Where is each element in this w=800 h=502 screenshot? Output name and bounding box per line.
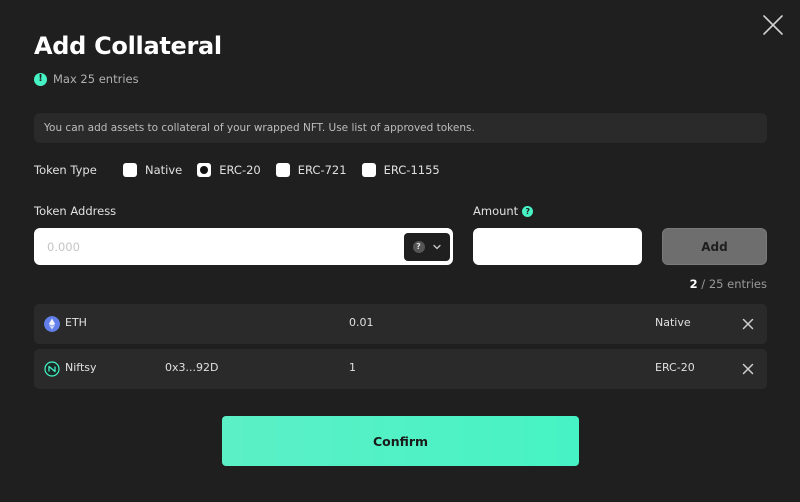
entries-counter: 2 / 25 entries: [690, 277, 767, 291]
erc20-checkbox[interactable]: [197, 163, 212, 177]
token-address-field[interactable]: ?: [34, 228, 453, 265]
confirm-button[interactable]: Confirm: [222, 416, 579, 466]
token-type-erc20[interactable]: ERC-20: [197, 163, 261, 177]
row-token-name: ETH: [65, 316, 87, 329]
add-collateral-modal: Add Collateral ! Max 25 entries You can …: [0, 0, 800, 502]
native-checkbox[interactable]: [123, 163, 137, 177]
erc721-label: ERC-721: [297, 163, 347, 177]
token-type-erc1155[interactable]: ERC-1155: [361, 163, 440, 177]
help-icon[interactable]: ?: [522, 206, 534, 217]
entries-count: 2: [689, 277, 698, 291]
row-amount: 1: [349, 361, 356, 374]
niftsy-icon: [44, 361, 60, 377]
token-address-label: Token Address: [34, 204, 117, 218]
amount-input[interactable]: [473, 228, 642, 265]
row-amount: 0.01: [349, 316, 374, 329]
erc1155-label: ERC-1155: [383, 163, 440, 177]
info-text: You can add assets to collateral of your…: [44, 122, 475, 134]
add-button[interactable]: Add: [662, 228, 767, 265]
unknown-token-icon: ?: [412, 241, 425, 253]
erc20-label: ERC-20: [219, 163, 261, 177]
amount-label-wrap: Amount?: [473, 204, 534, 218]
warning-icon: !: [34, 72, 47, 86]
row-token-name: Niftsy: [65, 361, 97, 374]
token-address-input[interactable]: [47, 237, 387, 257]
row-token-type: Native: [655, 316, 691, 329]
remove-row-icon[interactable]: [742, 363, 754, 375]
row-token-address: 0x3...92D: [165, 361, 219, 374]
native-label: Native: [145, 163, 183, 177]
token-type-native[interactable]: Native: [123, 163, 182, 177]
erc1155-checkbox[interactable]: [361, 163, 376, 177]
entries-max: / 25 entries: [697, 277, 767, 291]
collateral-row: Niftsy 0x3...92D 1 ERC-20: [34, 349, 767, 389]
row-token-type: ERC-20: [655, 361, 695, 374]
amount-label: Amount: [473, 204, 519, 218]
collateral-row: ETH 0.01 Native: [34, 304, 767, 344]
info-banner: You can add assets to collateral of your…: [34, 113, 767, 143]
erc721-checkbox[interactable]: [275, 163, 290, 177]
max-entries-note: ! Max 25 entries: [34, 72, 139, 86]
ethereum-icon: [44, 316, 60, 332]
token-select-dropdown[interactable]: ?: [404, 233, 450, 261]
max-entries-text: Max 25 entries: [53, 72, 139, 86]
modal-title: Add Collateral: [34, 32, 222, 60]
chevron-down-icon: [432, 244, 441, 250]
close-icon[interactable]: [762, 14, 784, 36]
token-type-selector: Token Type Native ERC-20 ERC-721 ERC-115…: [34, 161, 455, 179]
token-type-label: Token Type: [34, 163, 97, 177]
remove-row-icon[interactable]: [742, 318, 754, 330]
token-type-erc721[interactable]: ERC-721: [275, 163, 347, 177]
amount-field[interactable]: [473, 228, 642, 265]
